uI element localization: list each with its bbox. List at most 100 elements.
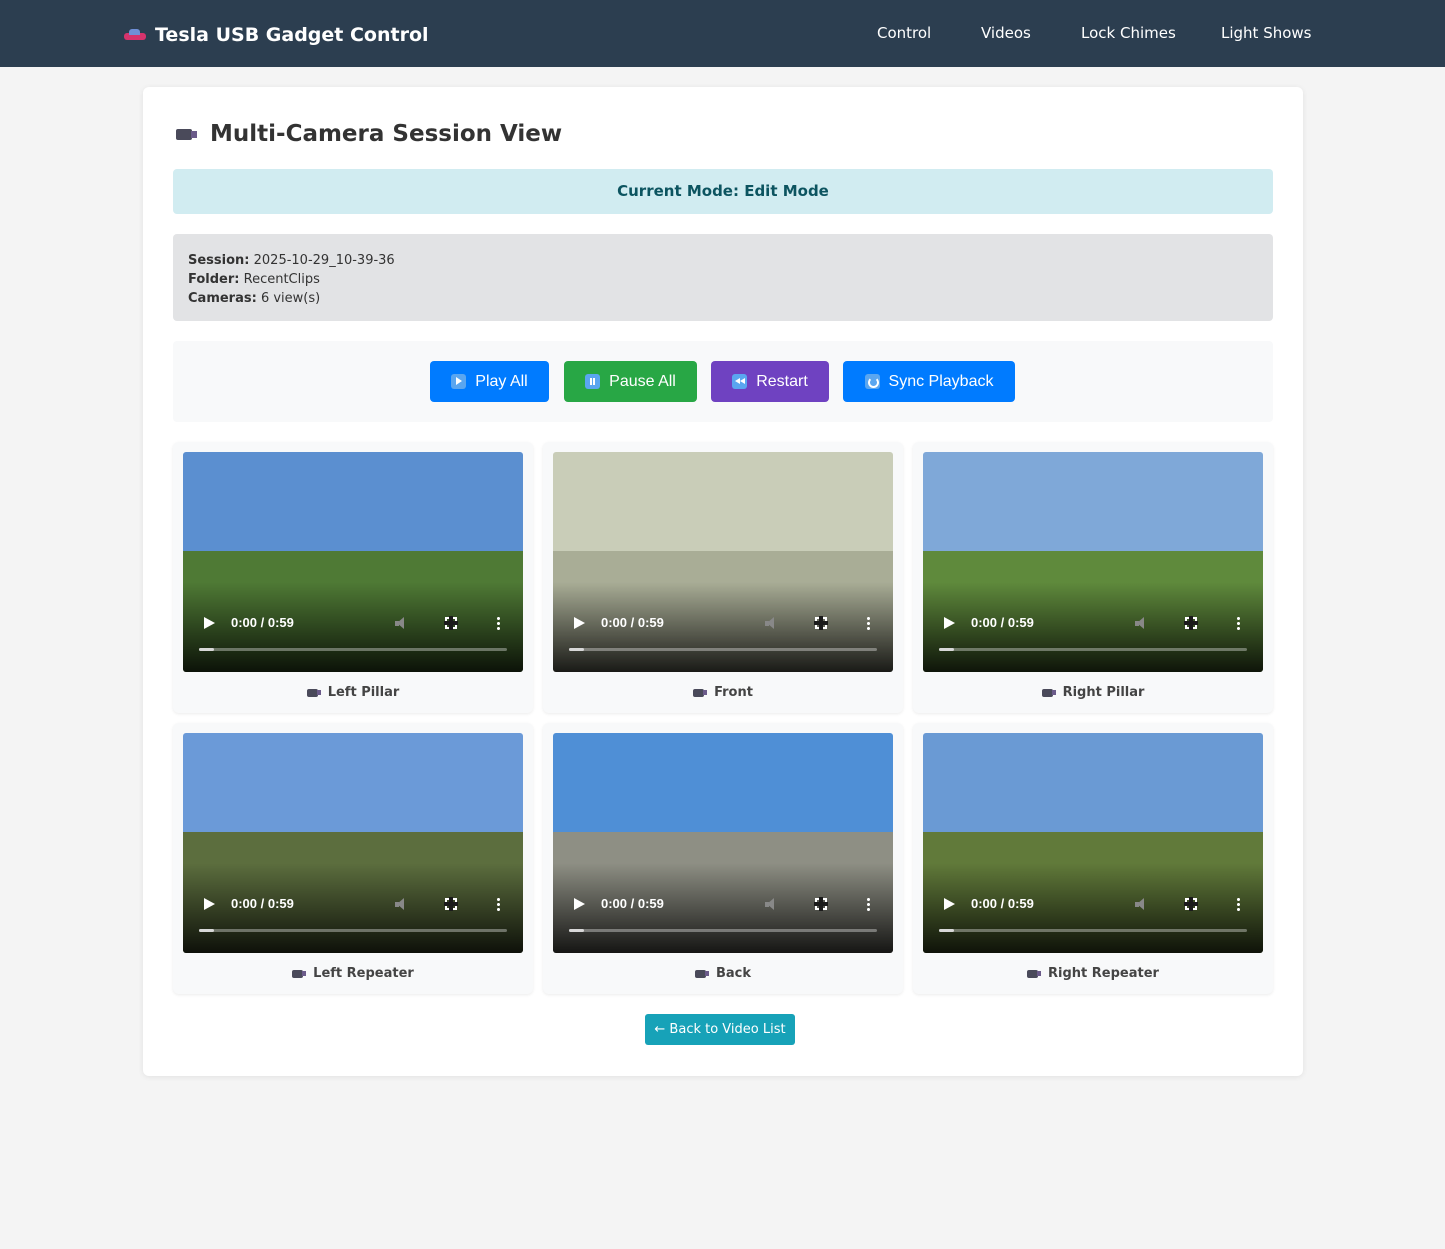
- video-camera-icon: [1041, 687, 1057, 698]
- video-camera-icon: [176, 126, 198, 142]
- camera-card-right-pillar: 0:00 / 0:59 Right Pillar: [913, 442, 1273, 713]
- play-icon[interactable]: [204, 617, 215, 629]
- fullscreen-icon[interactable]: [444, 616, 458, 630]
- video-progress-track[interactable]: [939, 648, 1247, 651]
- camera-label: Left Repeater: [173, 966, 533, 981]
- video-camera-icon: [1027, 968, 1042, 979]
- camera-card-front: 0:00 / 0:59 Front: [543, 442, 903, 713]
- video-progress-track[interactable]: [569, 929, 877, 932]
- nav-light-shows[interactable]: Light Shows: [1221, 24, 1312, 42]
- camera-label-text: Left Repeater: [313, 966, 414, 981]
- nav-control[interactable]: Control: [877, 24, 931, 42]
- video-player[interactable]: 0:00 / 0:59: [183, 452, 523, 672]
- fullscreen-icon[interactable]: [814, 897, 828, 911]
- video-time: 0:00 / 0:59: [971, 615, 1034, 630]
- play-all-label: Play All: [475, 372, 528, 390]
- nav-videos[interactable]: Videos: [981, 24, 1031, 42]
- restart-label: Restart: [756, 372, 808, 390]
- video-progress-fill: [199, 648, 215, 651]
- camera-card-left-pillar: 0:00 / 0:59 Left Pillar: [173, 442, 533, 713]
- rewind-icon: [732, 374, 748, 389]
- video-frame-sky: [183, 733, 523, 832]
- video-player[interactable]: 0:00 / 0:59: [553, 452, 893, 672]
- video-frame-sky: [923, 452, 1263, 551]
- video-camera-icon: [292, 968, 307, 979]
- camera-label-text: Back: [715, 966, 752, 981]
- restart-button[interactable]: Restart: [711, 361, 829, 402]
- volume-icon[interactable]: [765, 898, 779, 911]
- camera-label: Back: [543, 966, 903, 981]
- volume-icon[interactable]: [1135, 898, 1149, 911]
- playback-controls: Play All Pause All Restart Sync Playback: [173, 341, 1273, 422]
- play-icon[interactable]: [574, 617, 585, 629]
- sync-icon: [864, 374, 880, 389]
- folder-label: Folder:: [188, 272, 240, 287]
- fullscreen-icon[interactable]: [814, 616, 828, 630]
- video-progress-fill: [939, 648, 955, 651]
- play-all-button[interactable]: Play All: [430, 361, 549, 402]
- car-icon: [124, 28, 146, 42]
- video-player[interactable]: 0:00 / 0:59: [923, 733, 1263, 953]
- video-frame-sky: [183, 452, 523, 551]
- play-icon[interactable]: [574, 898, 585, 910]
- video-progress-fill: [569, 648, 585, 651]
- camera-card-back: 0:00 / 0:59 Back: [543, 723, 903, 994]
- cameras-value: 6 view(s): [260, 291, 321, 306]
- camera-label-text: Left Pillar: [327, 685, 400, 700]
- page-title: Multi-Camera Session View: [176, 121, 562, 147]
- mode-banner: Current Mode: Edit Mode: [173, 169, 1273, 214]
- more-options-icon[interactable]: [1237, 897, 1240, 912]
- brand[interactable]: Tesla USB Gadget Control: [124, 22, 429, 48]
- video-progress-fill: [939, 929, 955, 932]
- video-camera-icon: [693, 687, 708, 698]
- cameras-label: Cameras:: [188, 291, 257, 306]
- pause-icon: [585, 374, 601, 389]
- video-progress-fill: [199, 929, 215, 932]
- camera-card-left-repeater: 0:00 / 0:59 Left Repeater: [173, 723, 533, 994]
- back-to-video-list-button[interactable]: ← Back to Video List: [645, 1014, 795, 1045]
- video-player[interactable]: 0:00 / 0:59: [183, 733, 523, 953]
- video-time: 0:00 / 0:59: [601, 896, 664, 911]
- video-player[interactable]: 0:00 / 0:59: [553, 733, 893, 953]
- camera-label-text: Right Repeater: [1048, 966, 1159, 981]
- video-progress-track[interactable]: [939, 929, 1247, 932]
- cameras-row: Cameras: 6 view(s): [188, 289, 1258, 308]
- volume-icon[interactable]: [1135, 617, 1149, 630]
- camera-label-text: Right Pillar: [1062, 685, 1145, 700]
- more-options-icon[interactable]: [867, 616, 870, 631]
- more-options-icon[interactable]: [1237, 616, 1240, 631]
- more-options-icon[interactable]: [497, 616, 500, 631]
- play-icon[interactable]: [204, 898, 215, 910]
- fullscreen-icon[interactable]: [1184, 897, 1198, 911]
- main-card: Multi-Camera Session View Current Mode: …: [143, 87, 1303, 1076]
- video-progress-track[interactable]: [199, 648, 507, 651]
- more-options-icon[interactable]: [867, 897, 870, 912]
- play-icon[interactable]: [944, 617, 955, 629]
- pause-all-button[interactable]: Pause All: [564, 361, 697, 402]
- video-progress-track[interactable]: [569, 648, 877, 651]
- video-progress-track[interactable]: [199, 929, 507, 932]
- video-progress-fill: [569, 929, 585, 932]
- camera-card-right-repeater: 0:00 / 0:59 Right Repeater: [913, 723, 1273, 994]
- video-time: 0:00 / 0:59: [601, 615, 664, 630]
- video-frame-sky: [553, 452, 893, 551]
- video-frame-sky: [553, 733, 893, 832]
- session-value: 2025-10-29_10-39-36: [253, 253, 395, 268]
- camera-label: Right Repeater: [913, 966, 1273, 981]
- video-time: 0:00 / 0:59: [231, 896, 294, 911]
- fullscreen-icon[interactable]: [444, 897, 458, 911]
- volume-icon[interactable]: [765, 617, 779, 630]
- video-camera-icon: [306, 687, 322, 698]
- sync-playback-button[interactable]: Sync Playback: [843, 361, 1015, 402]
- camera-label: Left Pillar: [173, 685, 533, 700]
- more-options-icon[interactable]: [497, 897, 500, 912]
- play-icon[interactable]: [944, 898, 955, 910]
- nav-lock-chimes[interactable]: Lock Chimes: [1081, 24, 1176, 42]
- video-player[interactable]: 0:00 / 0:59: [923, 452, 1263, 672]
- volume-icon[interactable]: [395, 898, 409, 911]
- camera-label: Right Pillar: [913, 685, 1273, 700]
- fullscreen-icon[interactable]: [1184, 616, 1198, 630]
- volume-icon[interactable]: [395, 617, 409, 630]
- session-label: Session:: [188, 253, 250, 268]
- video-frame-sky: [923, 733, 1263, 832]
